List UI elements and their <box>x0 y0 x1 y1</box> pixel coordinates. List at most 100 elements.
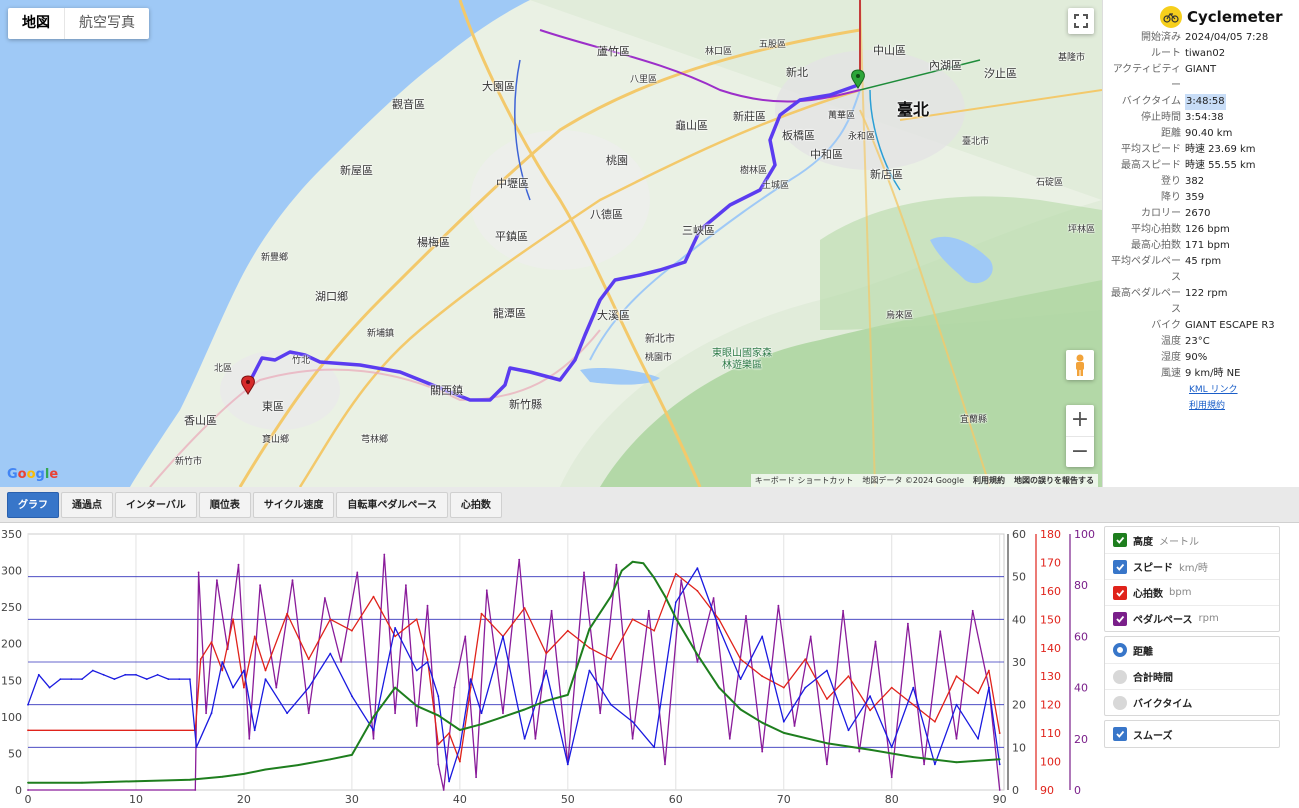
kml-link[interactable]: KML リンク <box>1103 382 1299 398</box>
summary-key: アクティビティー <box>1112 64 1181 91</box>
tab-cycle-speed[interactable]: サイクル速度 <box>252 491 335 518</box>
data-point-altitude <box>782 732 785 734</box>
checkbox-checked-icon[interactable] <box>1113 727 1127 741</box>
x-tick-label: 60 <box>669 793 683 806</box>
fullscreen-button[interactable] <box>1068 8 1094 34</box>
data-point-speed <box>372 729 375 732</box>
data-point-speed <box>124 673 127 676</box>
data-point-heart_rate <box>566 629 569 632</box>
data-point-cadence <box>583 571 585 574</box>
tab-waypoints[interactable]: 通過点 <box>61 491 113 518</box>
radio-unselected-icon[interactable] <box>1113 669 1127 684</box>
street-view-pegman-button[interactable] <box>1066 350 1094 380</box>
legend-speed[interactable]: スピード km/時 <box>1105 553 1279 579</box>
cadence-tick-label: 40 <box>1074 682 1088 695</box>
summary-key: 降り <box>1161 192 1181 203</box>
map-data-credit: 地図データ ©2024 Google <box>862 476 964 485</box>
data-point-speed <box>189 678 191 680</box>
x-mode-distance[interactable]: 距離 <box>1105 637 1279 663</box>
data-point-altitude <box>394 686 396 689</box>
data-point-altitude <box>437 714 440 717</box>
smooth-toggle[interactable]: スムーズ <box>1105 721 1279 747</box>
data-point-cadence <box>340 661 342 663</box>
x-mode-bike-time[interactable]: バイクタイム <box>1105 689 1279 715</box>
legend-cadence[interactable]: ペダルペース rpm <box>1105 605 1279 631</box>
data-point-speed <box>426 661 429 663</box>
summary-row: 停止時間 3:54:38 <box>1103 110 1299 126</box>
data-point-cadence <box>502 712 504 715</box>
data-point-cadence <box>631 737 634 740</box>
checkbox-checked-icon[interactable] <box>1113 559 1127 574</box>
map-attribution: キーボード ショートカット 地図データ ©2024 Google 利用規約 地図… <box>750 474 1098 487</box>
data-point-altitude <box>653 577 656 579</box>
tab-intervals[interactable]: インターバル <box>115 491 197 518</box>
data-point-cadence <box>890 776 893 779</box>
place-label: 觀音區 <box>392 98 425 111</box>
x-tick-label: 80 <box>885 793 899 806</box>
summary-value: 3:48:58 <box>1185 94 1226 110</box>
data-point-cadence <box>696 661 699 663</box>
x-mode-total-time[interactable]: 合計時間 <box>1105 663 1279 689</box>
data-point-altitude <box>588 628 591 630</box>
tab-graph[interactable]: グラフ <box>7 491 59 518</box>
report-error-link[interactable]: 地図の誤りを報告する <box>1014 475 1094 486</box>
data-point-speed <box>804 686 807 689</box>
data-point-heart_rate <box>804 658 807 661</box>
summary-row: 最高スピード 時速 55.55 km <box>1103 158 1299 174</box>
checkbox-checked-icon[interactable] <box>1113 585 1127 600</box>
map-type-map-button[interactable]: 地図 <box>8 8 64 39</box>
data-point-heart_rate <box>988 669 990 672</box>
checkbox-checked-icon[interactable] <box>1113 611 1127 626</box>
data-point-speed <box>145 678 148 680</box>
checkbox-checked-icon[interactable] <box>1113 533 1127 547</box>
legend-altitude[interactable]: 高度 メートル <box>1105 527 1279 553</box>
data-point-heart_rate <box>653 629 656 632</box>
tab-rankings[interactable]: 順位表 <box>198 491 251 518</box>
data-point-speed <box>286 712 288 715</box>
map-view[interactable]: 大園區 蘆竹區 觀音區 新屋區 中壢區 桃園 龜山區 新莊區 板橋區 中和區 臺… <box>0 0 1102 487</box>
data-point-altitude <box>610 595 612 598</box>
activity-chart[interactable]: 0 10 20 30 40 50 60 70 80 90 0 50 100 150 200 250 300 350… <box>0 524 1100 808</box>
data-point-cadence <box>426 604 429 607</box>
map-type-satellite-button[interactable]: 航空写真 <box>64 8 149 39</box>
data-point-altitude <box>545 699 548 702</box>
place-label: 香山區 <box>184 414 217 427</box>
heart_rate-tick-label: 100 <box>1040 756 1061 769</box>
summary-row: 平均ペダルペース 45 rpm <box>1103 254 1299 286</box>
place-label: 湖口鄉 <box>315 290 348 303</box>
map-terms-link[interactable]: 利用規約 <box>973 475 1005 486</box>
tab-pedal-cadence[interactable]: 自転車ペダルペース <box>336 491 448 518</box>
place-label: 寶山鄉 <box>262 435 290 445</box>
place-label: 北區 <box>214 364 233 374</box>
data-point-speed <box>195 746 198 749</box>
data-point-heart_rate <box>739 658 742 661</box>
data-point-heart_rate <box>243 686 245 689</box>
data-point-cadence <box>615 563 618 566</box>
summary-key: 温度 <box>1161 336 1181 347</box>
radio-selected-icon[interactable] <box>1113 643 1127 657</box>
data-point-heart_rate <box>631 618 634 621</box>
cadence-tick-label: 100 <box>1074 528 1095 541</box>
place-label: 三峽區 <box>682 224 715 237</box>
place-label: 臺北市 <box>962 137 990 147</box>
legend-unit: km/時 <box>1179 563 1208 574</box>
zoom-in-button[interactable]: + <box>1066 405 1094 436</box>
zoom-out-button[interactable]: − <box>1066 436 1094 467</box>
data-point-cadence <box>842 609 844 612</box>
radio-unselected-icon[interactable] <box>1113 695 1127 710</box>
place-label: 龍潭區 <box>493 307 526 320</box>
terms-link[interactable]: 利用規約 <box>1103 398 1299 414</box>
place-label: 中山區 <box>873 44 906 57</box>
data-point-heart_rate <box>588 646 591 649</box>
data-point-cadence <box>415 725 418 727</box>
summary-key: バイク <box>1151 320 1181 331</box>
data-point-speed <box>718 627 720 629</box>
map-type-toggle: 地図 航空写真 <box>8 8 149 39</box>
keyboard-shortcuts-link[interactable]: キーボード ショートカット <box>755 475 854 486</box>
data-point-speed <box>480 712 483 715</box>
heart_rate-tick-label: 170 <box>1040 556 1061 569</box>
place-label: 板橋區 <box>782 129 815 142</box>
summary-value: 45 rpm <box>1185 256 1222 267</box>
tab-heart-rate[interactable]: 心拍数 <box>449 491 502 518</box>
legend-heart-rate[interactable]: 心拍数 bpm <box>1105 579 1279 605</box>
